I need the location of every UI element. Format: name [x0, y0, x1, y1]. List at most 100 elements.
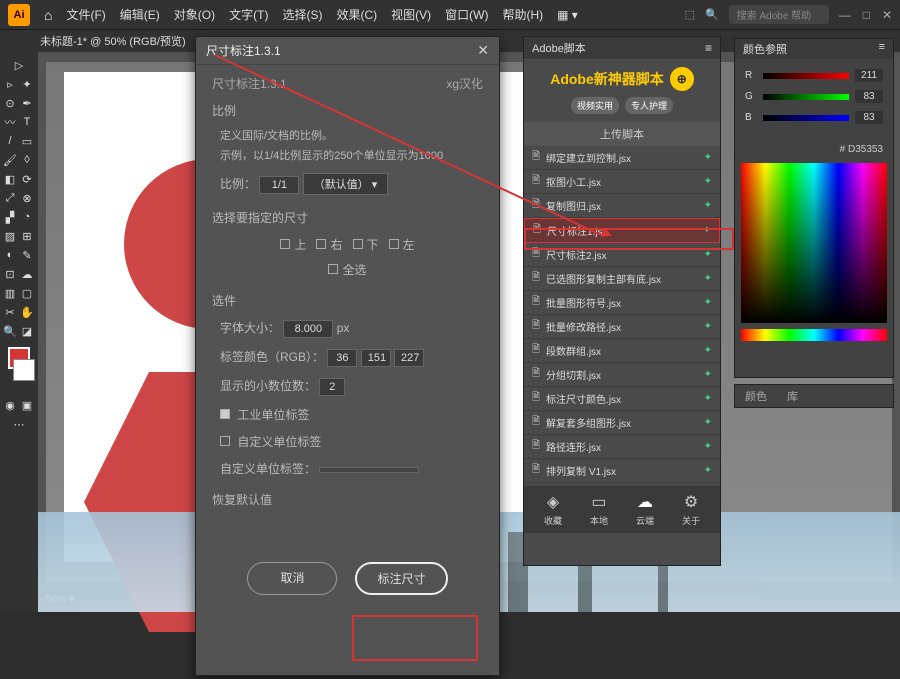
r-value[interactable]: 211 — [855, 69, 883, 82]
lasso-tool[interactable]: ⊙ — [2, 94, 18, 112]
symbol-spray-tool[interactable]: ☁ — [19, 265, 35, 283]
star-icon[interactable]: ✦ — [704, 321, 712, 332]
menu-object[interactable]: 对象(O) — [174, 6, 215, 23]
rgb-r-input[interactable]: 36 — [327, 349, 357, 367]
stroke-swatch[interactable] — [13, 359, 35, 381]
custom-unit-checkbox[interactable] — [220, 436, 230, 446]
scripts-panel-header[interactable]: Adobe脚本 ≡ — [524, 37, 720, 59]
decimals-input[interactable]: 2 — [319, 378, 345, 396]
fill-stroke-swatches[interactable] — [2, 347, 36, 381]
search-icon[interactable]: 🔍 — [705, 8, 719, 21]
side-bottom-checkbox[interactable] — [353, 239, 363, 249]
mesh-tool[interactable]: ⊞ — [19, 227, 35, 245]
dialog-close-button[interactable]: ✕ — [477, 42, 489, 59]
star-icon[interactable]: ✦ — [704, 176, 712, 187]
brush-tool[interactable]: 🖌 — [2, 151, 18, 169]
menu-type[interactable]: 文字(T) — [229, 6, 268, 23]
script-item[interactable]: 🗎抠图小工.jsx✦ — [524, 170, 720, 194]
hex-value[interactable]: # D35353 — [735, 142, 893, 157]
search-input[interactable]: 搜索 Adobe 帮助 — [729, 5, 829, 24]
nav-about[interactable]: ⚙关于 — [682, 492, 700, 527]
b-slider[interactable] — [763, 115, 849, 121]
custom-unit-input[interactable] — [319, 467, 419, 473]
star-icon[interactable]: ✦ — [704, 345, 712, 356]
script-item[interactable]: 🗎批量修改路径.jsx✦ — [524, 315, 720, 339]
scale-ratio-input[interactable]: 1/1 — [259, 176, 299, 194]
star-icon[interactable]: ✦ — [704, 297, 712, 308]
close-button[interactable]: ✕ — [882, 8, 892, 22]
r-slider[interactable] — [763, 73, 849, 79]
star-icon[interactable]: ✦ — [704, 152, 712, 163]
industrial-checkbox[interactable] — [220, 409, 230, 419]
menu-effect[interactable]: 效果(C) — [336, 6, 377, 23]
selection-tool[interactable]: ▷ — [2, 56, 36, 74]
scale-default-dropdown[interactable]: （默认值） ▾ — [303, 173, 389, 195]
shaper-tool[interactable]: ◊ — [19, 151, 35, 169]
side-top-checkbox[interactable] — [280, 239, 290, 249]
color-menu-icon[interactable]: ≡ — [879, 41, 885, 57]
width-tool[interactable]: ⊗ — [19, 189, 35, 207]
star-icon[interactable]: ✦ — [704, 465, 712, 476]
slice-tool[interactable]: ✂ — [2, 303, 18, 321]
script-item[interactable]: 🗎批量图形符号.jsx✦ — [524, 291, 720, 315]
zoom-tool[interactable]: 🔍 — [2, 322, 18, 340]
blend-tool[interactable]: ⊡ — [2, 265, 18, 283]
scale-tool[interactable]: ⤢ — [2, 189, 18, 207]
line-tool[interactable]: / — [2, 132, 18, 150]
side-all-checkbox[interactable] — [328, 264, 338, 274]
gradient-tool[interactable]: ◐ — [2, 246, 18, 264]
star-icon[interactable]: ✦ — [704, 249, 712, 260]
banner-btn-care[interactable]: 专人护理 — [625, 97, 673, 114]
g-slider[interactable] — [763, 94, 849, 100]
home-icon[interactable]: ⌂ — [44, 7, 52, 23]
b-value[interactable]: 83 — [855, 111, 883, 124]
menu-select[interactable]: 选择(S) — [282, 6, 322, 23]
script-item[interactable]: 🗎标注尺寸颜色.jsx✦ — [524, 387, 720, 411]
rgb-b-input[interactable]: 227 — [394, 349, 424, 367]
scripts-list[interactable]: 🗎绑定建立到控制.jsx✦🗎抠图小工.jsx✦🗎复制图归.jsx✦🗎尺寸标注1.… — [524, 146, 720, 486]
star-icon[interactable]: ✦ — [704, 273, 712, 284]
star-icon[interactable]: ✦ — [704, 441, 712, 452]
g-value[interactable]: 83 — [855, 90, 883, 103]
rectangle-tool[interactable]: ▭ — [19, 132, 35, 150]
rgb-g-input[interactable]: 151 — [361, 349, 391, 367]
side-right-checkbox[interactable] — [316, 239, 326, 249]
menu-edit[interactable]: 编辑(E) — [120, 6, 160, 23]
perspective-tool[interactable]: ▨ — [2, 227, 18, 245]
nav-local[interactable]: ▭本地 — [590, 492, 608, 527]
share-icon[interactable]: ⬚ — [685, 8, 695, 21]
dialog-titlebar[interactable]: 尺寸标注1.3.1 ✕ — [196, 37, 499, 65]
color-picker[interactable] — [741, 163, 887, 323]
shape-builder-tool[interactable]: ◔ — [19, 208, 35, 226]
tab-library[interactable]: 库 — [787, 388, 798, 404]
screen-mode[interactable]: ▣ — [19, 396, 35, 414]
curvature-tool[interactable]: 〰 — [2, 113, 18, 131]
banner-btn-video[interactable]: 视频实用 — [571, 97, 619, 114]
scripts-menu-icon[interactable]: ≡ — [705, 41, 712, 55]
fill-toggle[interactable]: ◪ — [19, 322, 35, 340]
eraser-tool[interactable]: ◧ — [2, 170, 18, 188]
magic-wand-tool[interactable]: ✦ — [19, 75, 35, 93]
hue-slider[interactable] — [741, 329, 887, 341]
hand-tool[interactable]: ✋ — [19, 303, 35, 321]
script-item[interactable]: 🗎段数群组.jsx✦ — [524, 339, 720, 363]
menu-file[interactable]: 文件(F) — [66, 6, 105, 23]
script-item[interactable]: 🗎排列复制 V1.jsx✦ — [524, 459, 720, 483]
draw-mode[interactable]: ◉ — [2, 396, 18, 414]
script-item[interactable]: 🗎解复套多组图形.jsx✦ — [524, 411, 720, 435]
pen-tool[interactable]: ✒ — [19, 94, 35, 112]
star-icon[interactable]: ✦ — [704, 200, 712, 211]
cancel-button[interactable]: 取消 — [247, 562, 337, 595]
maximize-button[interactable]: □ — [863, 8, 870, 22]
ok-button[interactable]: 标注尺寸 — [355, 562, 447, 595]
artboard-tool[interactable]: ▢ — [19, 284, 35, 302]
star-icon[interactable]: ✦ — [704, 393, 712, 404]
column-graph-tool[interactable]: ▥ — [2, 284, 18, 302]
edit-toolbar[interactable]: ⋯ — [2, 415, 36, 433]
color-panel-header[interactable]: 颜色参照≡ — [735, 39, 893, 59]
free-transform-tool[interactable]: ▞ — [2, 208, 18, 226]
star-icon[interactable]: ✦ — [704, 417, 712, 428]
minimize-button[interactable]: — — [839, 8, 851, 22]
menu-view[interactable]: 视图(V) — [391, 6, 431, 23]
type-tool[interactable]: T — [19, 113, 35, 131]
